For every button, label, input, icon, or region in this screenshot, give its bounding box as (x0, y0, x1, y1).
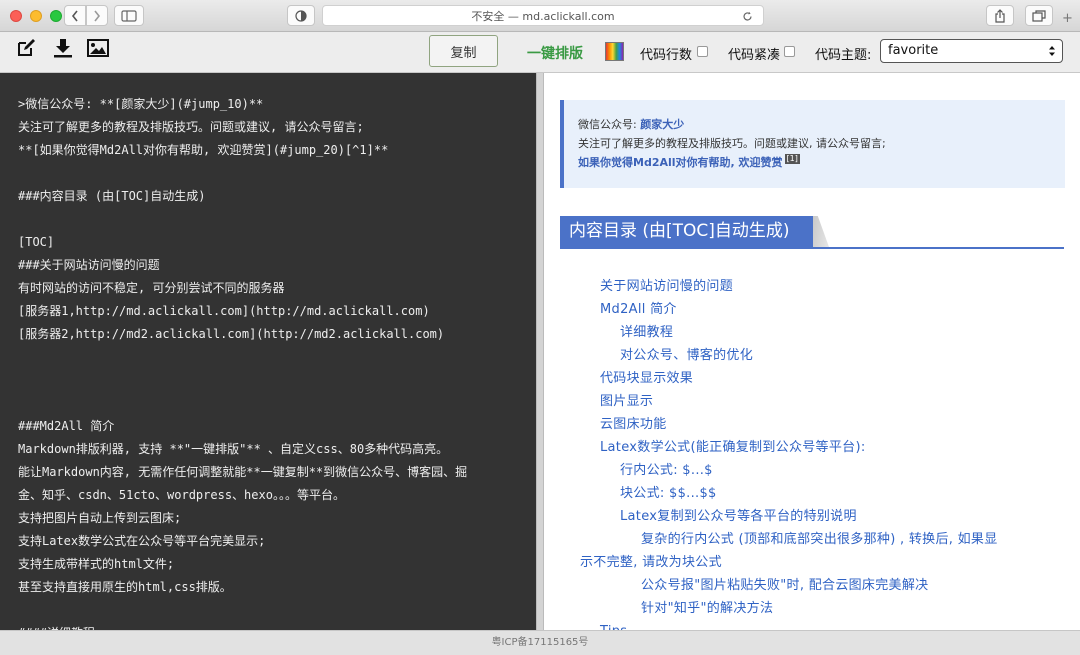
editor-line: 支持Latex数学公式在公众号等平台完美显示; (18, 534, 266, 548)
privacy-button[interactable] (287, 5, 315, 26)
toc-item[interactable]: Latex数学公式(能正确复制到公众号等平台): (600, 438, 866, 458)
image-icon[interactable] (87, 37, 109, 59)
chevron-left-icon (71, 10, 78, 21)
toc-item[interactable]: 对公众号、博客的优化 (620, 346, 753, 366)
zoom-window-button[interactable] (50, 10, 62, 22)
editor-line: [服务器2,http://md2.aclickall.com](http://m… (18, 327, 445, 341)
sidebar-icon (121, 9, 137, 22)
editor-line: ####详细教程 (18, 622, 536, 630)
toc-item[interactable]: 示不完整, 请改为块公式 (580, 553, 722, 573)
editor-line: 有时网站的访问不稳定, 可分别尝试不同的服务器 (18, 281, 285, 295)
back-button[interactable] (64, 5, 86, 26)
toc-item[interactable]: 行内公式: $...$ (620, 461, 713, 481)
quote-line-2: 关注可了解更多的教程及排版技巧。问题或建议, 请公众号留言; (578, 137, 886, 150)
editor-line: [TOC] (18, 235, 55, 249)
editor-line: 关注可了解更多的教程及排版技巧。问题或建议, 请公众号留言; (18, 120, 364, 134)
blockquote: 微信公众号: 颜家大少 关注可了解更多的教程及排版技巧。问题或建议, 请公众号留… (560, 100, 1065, 188)
share-button[interactable] (986, 5, 1014, 26)
minimize-window-button[interactable] (30, 10, 42, 22)
reload-icon[interactable] (742, 11, 753, 22)
markdown-editor[interactable]: >微信公众号: **[颜家大少](#jump_10)** 关注可了解更多的教程及排… (0, 73, 536, 630)
status-bar: 粤ICP备17115165号 (0, 630, 1080, 655)
download-icon[interactable] (52, 37, 74, 59)
heading-shadow (813, 216, 829, 247)
new-tab-button[interactable]: + (1062, 11, 1073, 26)
editor-line: [服务器1,http://md.aclickall.com](http://md… (18, 304, 430, 318)
toc-item[interactable]: 复杂的行内公式 (顶部和底部突出很多那种) , 转换后, 如果显 (641, 530, 998, 550)
toc-heading: 内容目录 (由[TOC]自动生成) (560, 216, 814, 247)
editor-line: 甚至支持直接用原生的html,css排版。 (18, 580, 232, 594)
line-numbers-checkbox[interactable] (697, 46, 708, 57)
donate-link[interactable]: 如果你觉得Md2All对你有帮助, 欢迎赞赏 (578, 156, 783, 169)
theme-select[interactable]: favorite (880, 39, 1063, 63)
tabs-icon (1032, 9, 1046, 22)
toc-item[interactable]: 图片显示 (600, 392, 653, 412)
toc-item[interactable]: 云图床功能 (600, 415, 667, 435)
sidebar-toggle-button[interactable] (114, 5, 144, 26)
theme-label: 代码主题: (815, 48, 872, 63)
editor-line: 能让Markdown内容, 无需作任何调整就能**一键复制**到微信公众号、博客… (18, 465, 468, 479)
toc-heading-wrap: 内容目录 (由[TOC]自动生成) (560, 216, 1064, 249)
copy-button[interactable]: 复制 (429, 35, 498, 67)
editor-line: ###Md2All 简介 (18, 419, 115, 433)
preview-pane: 微信公众号: 颜家大少 关注可了解更多的教程及排版技巧。问题或建议, 请公众号留… (544, 73, 1080, 630)
compact-label: 代码紧凑 (728, 48, 781, 63)
editor-line: 支持生成带样式的html文件; (18, 557, 175, 571)
toc-item[interactable]: 详细教程 (620, 323, 673, 343)
toc-item[interactable]: 公众号报"图片粘贴失败"时, 配合云图床完美解决 (641, 576, 928, 596)
line-numbers-label: 代码行数 (640, 48, 693, 63)
editor-line: 支持把图片自动上传到云图床; (18, 511, 182, 525)
close-window-button[interactable] (10, 10, 22, 22)
editor-line: Markdown排版利器, 支持 **"一键排版"** 、自定义css、80多种… (18, 442, 449, 456)
pane-splitter[interactable] (536, 73, 544, 630)
tab-overview-button[interactable] (1025, 5, 1053, 26)
editor-line: ###内容目录 (由[TOC]自动生成) (18, 189, 206, 203)
color-palette-icon[interactable] (605, 42, 624, 61)
address-bar[interactable]: 不安全 — md.aclickall.com (322, 5, 764, 26)
share-icon (995, 8, 1005, 23)
forward-button[interactable] (86, 5, 108, 26)
editor-line: >微信公众号: **[颜家大少](#jump_10)** (18, 97, 264, 111)
quote-author-link[interactable]: 颜家大少 (640, 118, 684, 131)
toc-item[interactable]: Md2All 简介 (600, 300, 677, 320)
app-toolbar: 复制 一键排版 代码行数 代码紧凑 代码主题: favorite (0, 33, 1080, 73)
toc-item[interactable]: 针对"知乎"的解决方法 (641, 599, 773, 619)
toc-item[interactable]: 代码块显示效果 (600, 369, 693, 389)
quote-prefix: 微信公众号: (578, 118, 637, 131)
browser-titlebar: 不安全 — md.aclickall.com + (0, 0, 1080, 32)
url-text: 不安全 — md.aclickall.com (471, 9, 615, 23)
edit-icon[interactable] (15, 37, 37, 59)
select-arrows-icon (1049, 46, 1055, 56)
compact-checkbox[interactable] (784, 46, 795, 57)
browser-window: 不安全 — md.aclickall.com + 复制 一键排版 代码行数 代码… (0, 0, 1080, 655)
toc-item[interactable]: 块公式: $$...$$ (620, 484, 717, 504)
editor-line: **[如果你觉得Md2All对你有帮助, 欢迎赞赏](#jump_20)[^1]… (18, 143, 389, 157)
shield-half-icon (295, 9, 307, 22)
toc-item[interactable]: Tips (600, 622, 627, 630)
editor-line: 金、知乎、csdn、51cto、wordpress、hexo。。。等平台。 (18, 488, 345, 502)
toc-item[interactable]: 关于网站访问慢的问题 (600, 277, 733, 297)
one-click-format-button[interactable]: 一键排版 (527, 43, 583, 63)
footnote-mark[interactable]: [1] (784, 154, 800, 165)
editor-line: ###关于网站访问慢的问题 (18, 258, 160, 272)
toc-item[interactable]: Latex复制到公众号等各平台的特别说明 (620, 507, 857, 527)
theme-select-value: favorite (888, 43, 939, 58)
chevron-right-icon (94, 10, 101, 21)
